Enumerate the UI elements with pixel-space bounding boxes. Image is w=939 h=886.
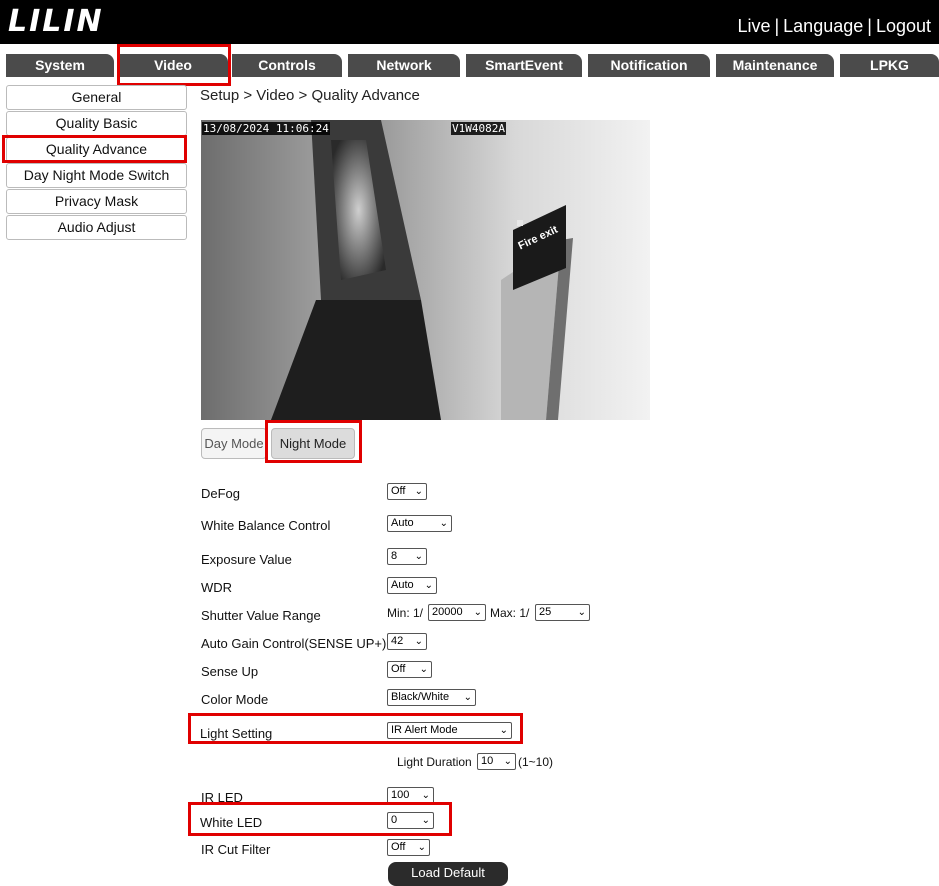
chevron-down-icon: ⌄ xyxy=(414,636,423,647)
white-balance-label: White Balance Control xyxy=(201,518,331,533)
tab-system[interactable]: System xyxy=(6,54,114,77)
load-default-button[interactable]: Load Default xyxy=(388,862,508,886)
wdr-label: WDR xyxy=(201,580,233,595)
tab-notification[interactable]: Notification xyxy=(588,54,710,77)
video-preview: 13/08/2024 11:06:24 V1W4082A Fire exit xyxy=(201,120,650,420)
chevron-down-icon: ⌄ xyxy=(424,580,433,591)
wdr-select[interactable]: Auto ⌄ xyxy=(387,577,437,594)
chevron-down-icon: ⌄ xyxy=(503,756,512,767)
ir-led-select[interactable]: 100 ⌄ xyxy=(387,787,434,804)
main-nav: System Video Controls Network SmartEvent… xyxy=(0,54,939,77)
top-links: Live | Language | Logout xyxy=(737,16,931,36)
sidebar-item-quality-basic[interactable]: Quality Basic xyxy=(6,111,187,136)
sidebar-item-day-night-mode-switch[interactable]: Day Night Mode Switch xyxy=(6,163,187,188)
tab-video[interactable]: Video xyxy=(118,54,228,77)
shutter-range-label: Shutter Value Range xyxy=(201,608,321,623)
chevron-down-icon: ⌄ xyxy=(414,551,423,562)
sense-up-select[interactable]: Off ⌄ xyxy=(387,661,432,678)
camera-scene-image xyxy=(201,120,650,420)
tab-controls[interactable]: Controls xyxy=(232,54,342,77)
sidebar-item-audio-adjust[interactable]: Audio Adjust xyxy=(6,215,187,240)
tab-network[interactable]: Network xyxy=(348,54,460,77)
sidebar-item-general[interactable]: General xyxy=(6,85,187,110)
tab-lpkg[interactable]: LPKG xyxy=(840,54,939,77)
language-link[interactable]: Language xyxy=(783,16,863,36)
lilin-logo: LILIN xyxy=(8,4,104,39)
shutter-min-prefix: Min: 1/ xyxy=(387,606,424,620)
logout-link[interactable]: Logout xyxy=(876,16,931,36)
sense-up-label: Sense Up xyxy=(201,664,259,679)
chevron-down-icon: ⌄ xyxy=(439,518,448,529)
exposure-value-select[interactable]: 8 ⌄ xyxy=(387,548,427,565)
light-setting-label: Light Setting xyxy=(200,726,273,741)
shutter-max-select[interactable]: 25 ⌄ xyxy=(535,604,590,621)
light-duration-range: (1~10) xyxy=(518,755,554,769)
ir-led-label: IR LED xyxy=(201,790,243,805)
defog-label: DeFog xyxy=(201,486,241,501)
light-duration-select[interactable]: 10 ⌄ xyxy=(477,753,516,770)
defog-select[interactable]: Off ⌄ xyxy=(387,483,427,500)
ir-cut-filter-label: IR Cut Filter xyxy=(201,842,271,857)
exposure-value-label: Exposure Value xyxy=(201,552,292,567)
chevron-down-icon: ⌄ xyxy=(577,607,586,618)
breadcrumb: Setup > Video > Quality Advance xyxy=(200,87,420,104)
tab-smartevent[interactable]: SmartEvent xyxy=(466,54,582,77)
light-setting-select[interactable]: IR Alert Mode ⌄ xyxy=(387,722,512,739)
sidebar-item-privacy-mask[interactable]: Privacy Mask xyxy=(6,189,187,214)
live-link[interactable]: Live xyxy=(737,16,770,36)
chevron-down-icon: ⌄ xyxy=(419,664,428,675)
chevron-down-icon: ⌄ xyxy=(463,692,472,703)
light-duration-label: Light Duration xyxy=(397,755,472,769)
agc-select[interactable]: 42 ⌄ xyxy=(387,633,427,650)
shutter-min-select[interactable]: 20000 ⌄ xyxy=(428,604,486,621)
video-camera-id: V1W4082A xyxy=(451,122,506,135)
chevron-down-icon: ⌄ xyxy=(473,607,482,618)
color-mode-select[interactable]: Black/White ⌄ xyxy=(387,689,476,706)
chevron-down-icon: ⌄ xyxy=(499,725,508,736)
shutter-max-prefix: Max: 1/ xyxy=(490,606,530,620)
chevron-down-icon: ⌄ xyxy=(421,790,430,801)
tab-maintenance[interactable]: Maintenance xyxy=(716,54,834,77)
white-led-label: White LED xyxy=(200,815,263,830)
chevron-down-icon: ⌄ xyxy=(421,815,430,826)
ir-cut-filter-select[interactable]: Off ⌄ xyxy=(387,839,430,856)
white-balance-select[interactable]: Auto ⌄ xyxy=(387,515,452,532)
night-mode-button[interactable]: Night Mode xyxy=(271,428,355,459)
chevron-down-icon: ⌄ xyxy=(417,842,426,853)
day-mode-button[interactable]: Day Mode xyxy=(201,428,267,459)
video-timestamp: 13/08/2024 11:06:24 xyxy=(202,122,330,135)
color-mode-label: Color Mode xyxy=(201,692,269,707)
sidebar-item-quality-advance[interactable]: Quality Advance xyxy=(6,137,187,162)
top-bar: LILIN Live | Language | Logout xyxy=(0,0,939,44)
white-led-select[interactable]: 0 ⌄ xyxy=(387,812,434,829)
agc-label: Auto Gain Control(SENSE UP+) xyxy=(201,636,387,651)
chevron-down-icon: ⌄ xyxy=(414,486,423,497)
